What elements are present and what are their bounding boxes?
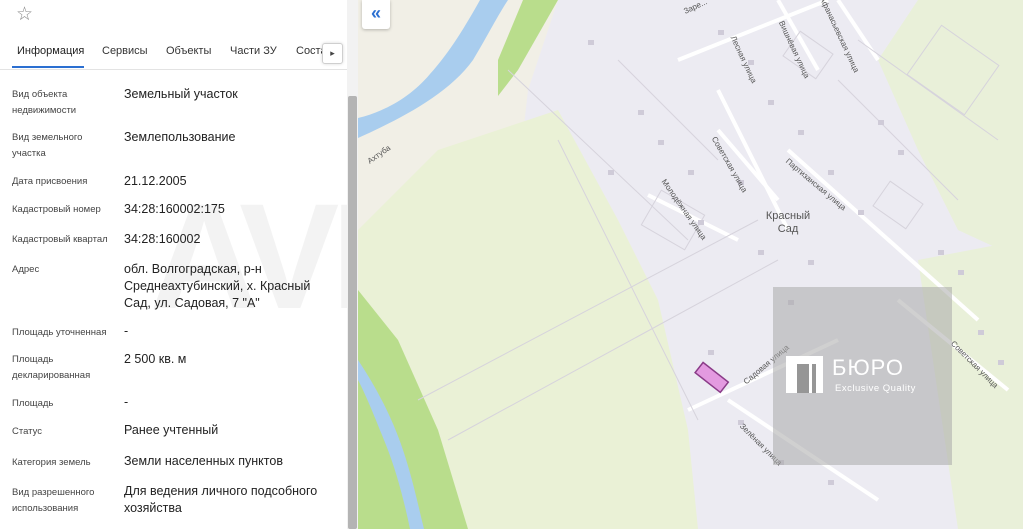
row-value: обл. Волгоградская, р-н Среднеахтубински… — [124, 262, 311, 310]
tabs-next-arrow-icon[interactable]: ▸ — [322, 43, 343, 64]
row-value: Земли населенных пунктов — [124, 454, 283, 468]
row-value: - — [124, 324, 129, 338]
row-value: 34:28:160002:175 — [124, 202, 225, 216]
tab-services[interactable]: Сервисы — [102, 45, 148, 57]
row-label: Площадь — [12, 398, 54, 409]
row-label: Статус — [12, 426, 43, 437]
row-value: - — [124, 395, 129, 409]
row-label: Вид разрешенного использования — [12, 487, 95, 514]
tab-parts[interactable]: Части ЗУ — [230, 45, 277, 57]
row-value: Землепользование — [124, 130, 236, 144]
collapse-panel-button[interactable]: « — [362, 0, 390, 29]
agency-logo-icon — [786, 356, 823, 393]
watermark: AVITO — [150, 172, 357, 340]
tab-composition[interactable]: Состав ЕЗ — [296, 45, 322, 57]
row-label: Площадь декларированная — [12, 354, 91, 381]
row-label: Вид объекта недвижимости — [12, 89, 77, 116]
row-value: 21.12.2005 — [124, 174, 187, 188]
row-label: Площадь уточненная — [12, 327, 107, 338]
row-value: Земельный участок — [124, 87, 238, 101]
row-value: Ранее учтенный — [124, 423, 219, 437]
info-panel: ☆ Информация Сервисы Объекты Части ЗУ Со… — [0, 0, 358, 529]
panel-scrollbar-thumb[interactable] — [348, 96, 357, 529]
favorite-star-icon[interactable]: ☆ — [16, 5, 33, 25]
agency-logo-title: БЮРО — [832, 355, 904, 380]
row-label: Кадастровый номер — [12, 204, 101, 215]
row-value: 2 500 кв. м — [124, 352, 187, 366]
active-tab-indicator — [12, 66, 84, 68]
tab-objects[interactable]: Объекты — [166, 45, 211, 57]
agency-logo-subtitle: Exclusive Quality — [835, 383, 916, 394]
row-label: Адрес — [12, 264, 40, 275]
row-value: Для ведения личного подсобного хозяйства — [124, 484, 318, 515]
row-label: Дата присвоения — [12, 176, 88, 187]
row-label: Вид земельного участка — [12, 132, 83, 159]
row-value: 34:28:160002 — [124, 232, 201, 246]
settlement-label: Красный Сад — [765, 210, 811, 235]
row-label: Категория земель — [12, 457, 91, 468]
row-label: Кадастровый квартал — [12, 234, 108, 245]
tab-information[interactable]: Информация — [17, 45, 84, 57]
